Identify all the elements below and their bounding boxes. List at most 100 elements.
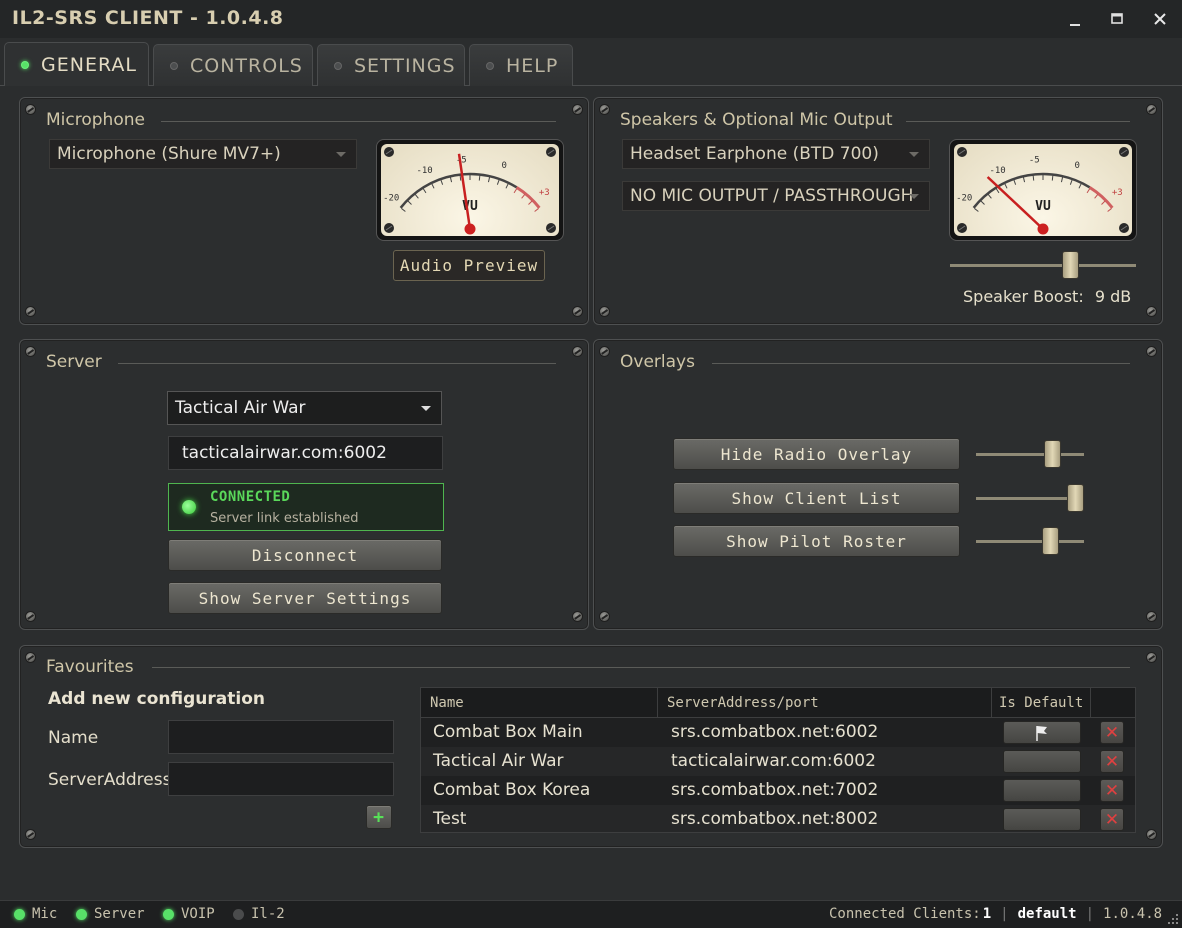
vu-scale-arc — [399, 172, 518, 209]
table-header: Name ServerAddress/port Is Default — [421, 688, 1135, 718]
chevron-down-icon — [421, 406, 431, 411]
delete-favourite-button[interactable]: ✕ — [1100, 721, 1124, 744]
microphone-select[interactable]: Microphone (Shure MV7+) — [49, 139, 357, 169]
radio-overlay-opacity-slider[interactable] — [1044, 440, 1062, 468]
screw-icon — [25, 829, 36, 840]
server-address-field[interactable]: tacticalairwar.com:6002 — [168, 436, 443, 470]
pilot-roster-button[interactable]: Show Pilot Roster — [673, 525, 960, 557]
vu-tick — [1094, 194, 1099, 199]
resize-grip-icon[interactable] — [1167, 913, 1179, 925]
favourite-address: srs.combatbox.net:7002 — [671, 780, 879, 800]
table-row[interactable]: Tactical Air War tacticalairwar.com:6002 ✕ — [421, 747, 1135, 776]
tab-settings[interactable]: SETTINGS — [317, 44, 465, 86]
favourite-name: Combat Box Main — [433, 722, 583, 742]
tab-controls[interactable]: CONTROLS — [153, 44, 313, 86]
mic-output-select[interactable]: NO MIC OUTPUT / PASSTHROUGH — [622, 181, 930, 211]
status-bar: Mic Server VOIP Il-2 Connected Clients: 1 |… — [0, 900, 1182, 928]
status-led-icon — [163, 908, 174, 920]
favourite-address: srs.combatbox.net:8002 — [671, 809, 879, 829]
set-default-button[interactable] — [1003, 779, 1081, 802]
tab-help[interactable]: HELP — [469, 44, 573, 86]
tab-led — [334, 61, 342, 70]
speaker-boost-label: Speaker Boost: — [963, 287, 1084, 306]
vu-tick — [1032, 175, 1035, 181]
clients-count: 1 — [982, 906, 992, 922]
tab-label: GENERAL — [41, 53, 137, 76]
favourite-name-field[interactable] — [168, 720, 394, 754]
clients-label: Connected Clients: — [829, 906, 981, 922]
microphone-title: Microphone — [46, 110, 145, 130]
set-default-button[interactable] — [1003, 721, 1081, 744]
tab-led — [21, 60, 29, 69]
vu-tick-label: -5 — [1029, 155, 1040, 165]
plus-icon: + — [373, 806, 385, 828]
speaker-boost-slider[interactable] — [1061, 251, 1079, 279]
screw-icon — [572, 611, 583, 622]
set-default-button[interactable] — [1003, 808, 1081, 831]
vu-tick — [1060, 177, 1064, 183]
table-row[interactable]: Combat Box Korea srs.combatbox.net:7002 ✕ — [421, 776, 1135, 805]
vu-dial: -20-10-50+3VU — [383, 147, 556, 235]
table-row[interactable]: Combat Box Main srs.combatbox.net:6002 ✕ — [421, 718, 1135, 747]
chevron-down-icon — [336, 152, 346, 157]
server-address-value: tacticalairwar.com:6002 — [182, 443, 387, 463]
client-list-opacity-slider[interactable] — [1067, 484, 1084, 512]
overlays-title: Overlays — [620, 352, 695, 372]
screw-icon — [25, 346, 36, 357]
screw-icon — [1146, 346, 1157, 357]
screw-icon — [25, 652, 36, 663]
app-title: IL2-SRS CLIENT - 1.0.4.8 — [12, 7, 284, 29]
delete-favourite-button[interactable]: ✕ — [1100, 779, 1124, 802]
vu-tick — [496, 179, 500, 185]
server-panel: Server Tactical Air War tacticalairwar.c… — [19, 339, 589, 630]
close-icon[interactable] — [1145, 6, 1175, 32]
maximize-icon[interactable] — [1102, 6, 1132, 32]
tab-led — [170, 61, 178, 70]
delete-favourite-button[interactable]: ✕ — [1100, 808, 1124, 831]
connection-status: CONNECTED Server link established — [168, 483, 444, 531]
status-indicator-il-2: Il-2 — [233, 906, 285, 922]
speaker-select-value: Headset Earphone (BTD 700) — [630, 144, 879, 164]
vu-tick — [1051, 175, 1054, 181]
column-separator — [991, 688, 992, 718]
vu-tick — [1069, 179, 1073, 185]
screw-icon — [572, 306, 583, 317]
tab-general[interactable]: GENERAL — [4, 42, 149, 86]
favourite-name: Tactical Air War — [433, 751, 564, 771]
status-indicator-server: Server — [76, 906, 145, 922]
delete-favourite-button[interactable]: ✕ — [1100, 750, 1124, 773]
vu-tick — [422, 188, 427, 194]
table-row[interactable]: Test srs.combatbox.net:8002 ✕ — [421, 805, 1135, 834]
microphone-panel: Microphone Microphone (Shure MV7+) -20 -1… — [19, 97, 589, 325]
screw-icon — [599, 306, 610, 317]
favourite-address-field[interactable] — [168, 762, 394, 796]
audio-preview-button[interactable]: Audio Preview — [393, 250, 545, 281]
tab-label: HELP — [506, 54, 559, 77]
radio-overlay-button[interactable]: Hide Radio Overlay — [673, 438, 960, 470]
status-indicator-label: Mic — [32, 906, 58, 922]
minimize-icon[interactable] — [1060, 6, 1090, 32]
vu-tick-label: 0 — [501, 161, 506, 171]
client-list-button[interactable]: Show Client List — [673, 482, 960, 514]
tab-led — [486, 61, 494, 70]
add-favourite-button[interactable]: + — [366, 805, 392, 829]
chevron-down-icon — [909, 152, 919, 157]
server-address-label: ServerAddress — [48, 770, 172, 790]
screw-icon — [572, 346, 583, 357]
speaker-select[interactable]: Headset Earphone (BTD 700) — [622, 139, 930, 169]
vu-tick — [521, 194, 526, 199]
vu-tick — [1004, 183, 1008, 189]
vu-tick — [513, 188, 518, 194]
status-led-icon — [233, 908, 244, 920]
set-default-button[interactable] — [1003, 750, 1081, 773]
disconnect-button[interactable]: Disconnect — [168, 539, 442, 571]
server-select[interactable]: Tactical Air War — [167, 391, 442, 425]
pilot-roster-opacity-slider[interactable] — [1041, 527, 1059, 555]
divider — [712, 363, 1130, 364]
status-subtitle: Server link established — [210, 511, 359, 526]
speakers-title: Speakers & Optional Mic Output — [620, 110, 893, 130]
server-settings-button[interactable]: Show Server Settings — [168, 582, 442, 614]
vu-tick — [1022, 177, 1026, 183]
tab-label: SETTINGS — [354, 54, 456, 77]
column-address-header: ServerAddress/port — [667, 695, 819, 711]
